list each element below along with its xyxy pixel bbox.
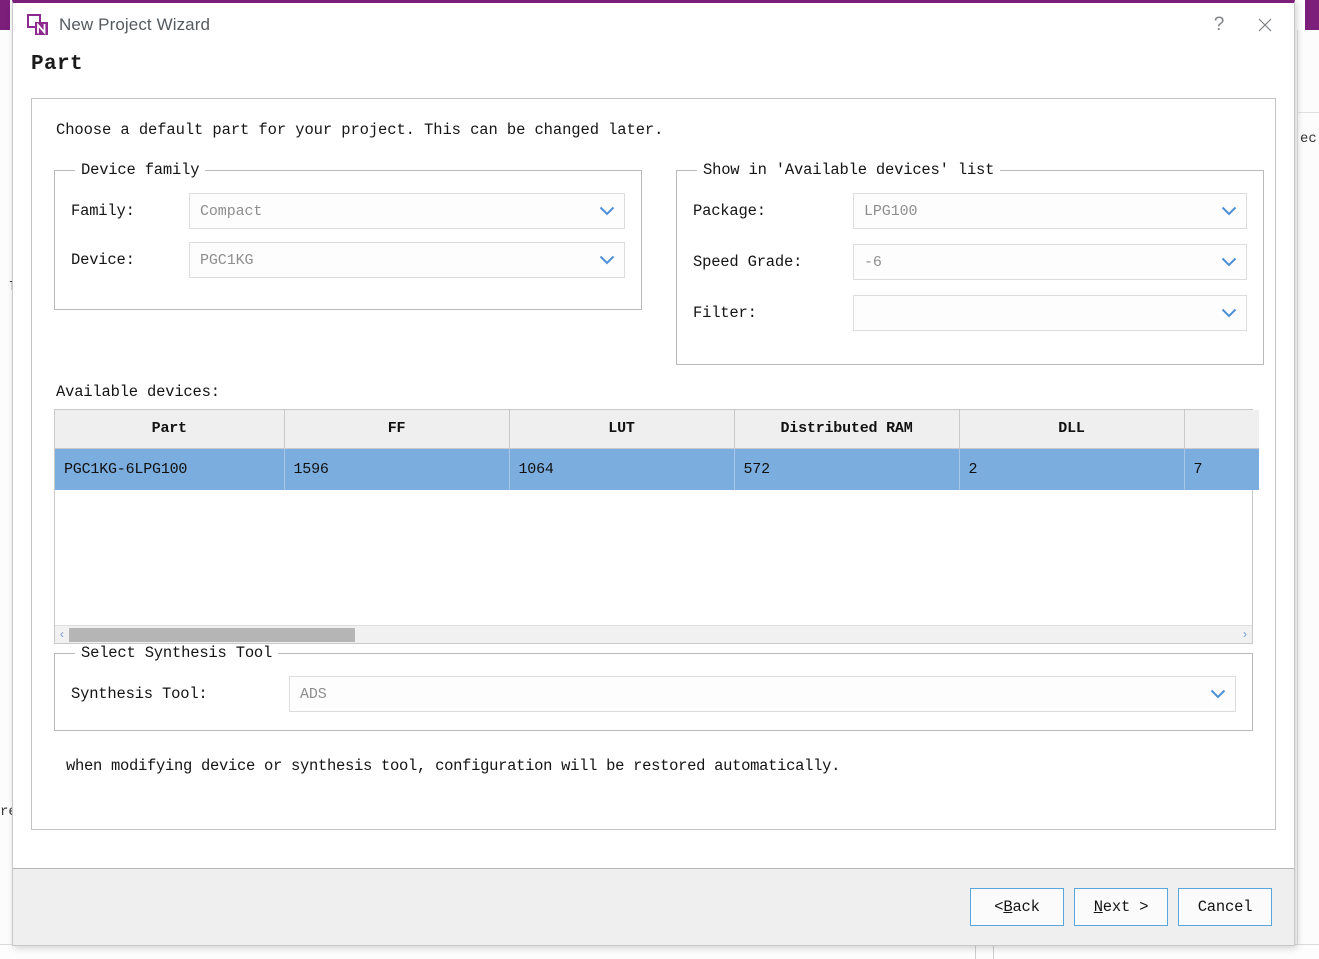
intro-text: Choose a default part for your project. … (56, 121, 664, 139)
background-bottom-divider-2 (993, 944, 994, 959)
cancel-button-label: Cancel (1197, 898, 1253, 916)
dialog-title: New Project Wizard (59, 15, 211, 34)
back-button-pre: < (994, 898, 1004, 916)
background-window-left-accent (0, 0, 10, 30)
chevron-down-icon (1221, 308, 1237, 318)
chevron-down-icon (1210, 689, 1226, 699)
family-combobox[interactable]: Compact (189, 193, 625, 229)
close-button[interactable] (1242, 4, 1288, 46)
background-bottom-divider-1 (975, 944, 976, 959)
page-title: Part (31, 53, 84, 76)
scroll-right-arrow-icon[interactable]: › (1238, 626, 1252, 644)
filter-row: Filter: (693, 295, 1247, 331)
column-header-dll[interactable]: DLL (959, 410, 1185, 449)
speed-grade-row: Speed Grade: -6 (693, 244, 1247, 280)
synthesis-tool-row: Synthesis Tool: ADS (71, 676, 1236, 712)
dialog-footer: < Back Next > Cancel (13, 868, 1294, 945)
next-button-mnemonic: N (1093, 898, 1103, 916)
help-button[interactable]: ? (1196, 4, 1242, 46)
family-label: Family: (71, 202, 135, 220)
background-window-bottom (0, 944, 1319, 959)
synthesis-tool-combobox[interactable]: ADS (289, 676, 1236, 712)
background-window-right-accent (1305, 0, 1319, 30)
nproject-logo-icon (27, 14, 49, 36)
device-label: Device: (71, 251, 135, 269)
package-label: Package: (693, 202, 766, 220)
next-button[interactable]: Next > (1074, 888, 1168, 926)
back-button-mnemonic: B (1003, 898, 1013, 916)
cell-distributed-ram: 572 (734, 448, 960, 490)
speed-grade-value: -6 (864, 253, 882, 271)
groups-row: Device family Family: Compact Device: PG… (54, 161, 1264, 365)
speed-grade-label: Speed Grade: (693, 253, 803, 271)
package-value: LPG100 (864, 202, 918, 220)
chevron-down-icon (599, 255, 615, 265)
new-project-wizard-dialog: New Project Wizard ? Part Choose a defau… (12, 0, 1295, 946)
column-header-distributed-ram[interactable]: Distributed RAM (734, 410, 960, 449)
cell-extra: 7 (1184, 448, 1259, 490)
background-window-right (1297, 30, 1319, 959)
table-header-row: Part FF LUT Distributed RAM DLL (55, 410, 1259, 449)
dialog-titlebar: New Project Wizard ? (13, 3, 1294, 47)
scrollbar-thumb[interactable] (69, 627, 356, 642)
column-header-part[interactable]: Part (55, 410, 285, 449)
family-value: Compact (200, 202, 263, 220)
family-row: Family: Compact (71, 193, 625, 229)
package-row: Package: LPG100 (693, 193, 1247, 229)
next-button-post: ext > (1102, 898, 1149, 916)
show-in-list-group: Show in 'Available devices' list Package… (676, 161, 1264, 365)
table-horizontal-scrollbar[interactable]: ‹ › (55, 625, 1252, 643)
package-combobox[interactable]: LPG100 (853, 193, 1247, 229)
available-devices-label: Available devices: (56, 383, 220, 401)
cell-lut: 1064 (509, 448, 735, 490)
table-row[interactable]: PGC1KG-6LPG100 1596 1064 572 2 7 (55, 448, 1259, 490)
chevron-down-icon (1221, 257, 1237, 267)
back-button-post: ack (1012, 898, 1040, 916)
device-family-legend: Device family (81, 161, 200, 179)
cell-part: PGC1KG-6LPG100 (55, 448, 285, 490)
available-devices-table-container: Part FF LUT Distributed RAM DLL PGC1KG-6… (54, 409, 1259, 644)
synthesis-tool-label: Synthesis Tool: (71, 685, 208, 703)
restore-note-text: when modifying device or synthesis tool,… (66, 757, 841, 775)
back-button[interactable]: < Back (970, 888, 1064, 926)
device-row: Device: PGC1KG (71, 242, 625, 278)
scroll-left-arrow-icon[interactable]: ‹ (55, 626, 69, 644)
content-frame: Choose a default part for your project. … (31, 98, 1276, 830)
synthesis-tool-group: Select Synthesis Tool Synthesis Tool: AD… (54, 644, 1253, 731)
filter-label: Filter: (693, 304, 757, 322)
background-text-fragment-right: ec (1300, 131, 1317, 147)
cell-dll: 2 (959, 448, 1185, 490)
available-devices-table: Part FF LUT Distributed RAM DLL PGC1KG-6… (55, 410, 1259, 490)
filter-combobox[interactable] (853, 295, 1247, 331)
device-family-group: Device family Family: Compact Device: PG… (54, 161, 642, 310)
chevron-down-icon (599, 206, 615, 216)
synthesis-tool-legend: Select Synthesis Tool (81, 644, 273, 662)
column-header-lut[interactable]: LUT (509, 410, 735, 449)
scrollbar-track[interactable] (69, 626, 1238, 644)
dialog-body: Choose a default part for your project. … (13, 76, 1294, 868)
column-header-extra[interactable] (1184, 410, 1259, 449)
speed-grade-combobox[interactable]: -6 (853, 244, 1247, 280)
close-icon (1257, 17, 1273, 33)
device-value: PGC1KG (200, 251, 254, 269)
show-in-list-legend: Show in 'Available devices' list (703, 161, 995, 179)
help-icon: ? (1213, 14, 1225, 35)
background-divider-right (1297, 112, 1319, 113)
screen-root: re l ec New Project Wizard ? (0, 0, 1319, 959)
synthesis-tool-value: ADS (300, 685, 327, 703)
chevron-down-icon (1221, 206, 1237, 216)
device-combobox[interactable]: PGC1KG (189, 242, 625, 278)
cell-ff: 1596 (284, 448, 510, 490)
cancel-button[interactable]: Cancel (1178, 888, 1272, 926)
column-header-ff[interactable]: FF (284, 410, 510, 449)
